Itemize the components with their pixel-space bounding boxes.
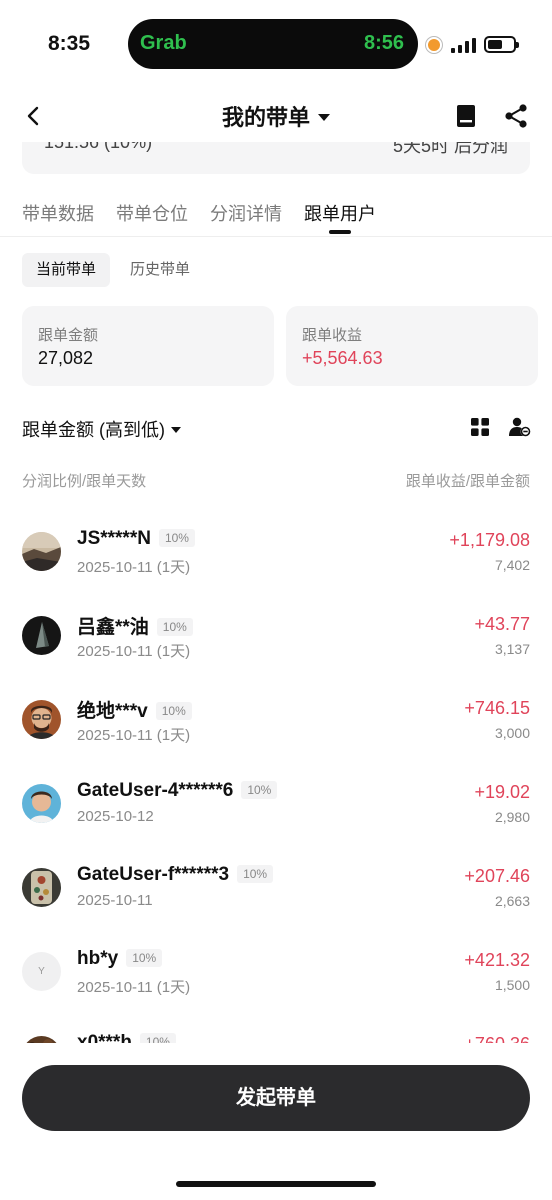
status-bar: 8:35 Grab 8:56 (0, 0, 552, 90)
status-time: 8:35 (48, 32, 91, 55)
follow-profit-label: 跟单收益 (302, 327, 363, 344)
list-item[interactable]: 绝地***v 10% 2025-10-11 (1天) +746.15 3,000 (0, 676, 552, 760)
sort-caret-icon (171, 427, 181, 433)
follow-date: 2025-10-11 (1天) (77, 727, 191, 744)
share-ratio-badge: 10% (155, 702, 192, 720)
avatar: Y (22, 952, 61, 991)
sort-label: 跟单金额 (高到低) (22, 420, 165, 440)
follower-profit: +19.02 (474, 782, 530, 802)
avatar (22, 700, 61, 739)
share-ratio-badge: 10% (126, 949, 163, 967)
follower-name: 吕鑫**油 (77, 617, 149, 638)
follower-name: hb*y (77, 948, 119, 969)
column-header-left: 分润比例/跟单天数 (22, 473, 147, 490)
follower-profit: +43.77 (474, 614, 530, 634)
avatar (22, 1036, 61, 1043)
follower-name: GateUser-4******6 (77, 780, 234, 801)
share-ratio-badge: 10% (139, 1033, 176, 1043)
follow-date: 2025-10-11 (1天) (77, 559, 191, 576)
follower-amount: 7,402 (494, 557, 530, 573)
battery-icon (484, 36, 519, 53)
follow-amount-label: 跟单金额 (38, 327, 99, 344)
tab-followers[interactable]: 跟单用户 (304, 200, 376, 234)
list-item[interactable]: JS*****N 10% 2025-10-11 (1天) +1,179.08 7,… (0, 508, 552, 592)
main-tabs: 带单数据 带单仓位 分润详情 跟单用户 (22, 200, 376, 234)
follower-amount: 1,500 (494, 977, 530, 993)
follower-amount: 3,000 (494, 725, 530, 741)
follower-profit: +746.15 (464, 698, 530, 718)
follower-name: 绝地***v (77, 701, 148, 722)
tab-profit-share-details[interactable]: 分润详情 (210, 200, 282, 234)
avatar (22, 784, 61, 823)
share-ratio-badge: 10% (241, 781, 278, 799)
avatar (22, 532, 61, 571)
follower-profit: +1,179.08 (449, 530, 530, 550)
list-item[interactable]: x0***h 10% +760.36 (0, 1012, 552, 1043)
list-item[interactable]: 吕鑫**油 10% 2025-10-11 (1天) +43.77 3,137 (0, 592, 552, 676)
list-item[interactable]: Y hb*y 10% 2025-10-11 (1天) +421.32 1,500 (0, 928, 552, 1012)
follow-date: 2025-10-12 (77, 808, 154, 825)
list-item[interactable]: GateUser-f******3 10% 2025-10-11 +207.46 … (0, 844, 552, 928)
nav-header: 我的带单 (0, 90, 552, 142)
sort-dropdown[interactable]: 跟单金额 (高到低) (22, 420, 181, 440)
home-indicator[interactable] (176, 1181, 376, 1187)
tab-lead-positions[interactable]: 带单仓位 (116, 200, 188, 234)
grid-view-icon[interactable] (471, 418, 489, 436)
avatar (22, 616, 61, 655)
subtab-history[interactable]: 历史带单 (116, 253, 204, 287)
follow-profit-card: 跟单收益 +5,564.63 (286, 306, 538, 386)
list-item[interactable]: GateUser-4******6 10% 2025-10-12 +19.02 2… (0, 760, 552, 844)
follower-amount: 2,980 (494, 809, 530, 825)
follow-profit-value: +5,564.63 (302, 348, 383, 368)
follow-date: 2025-10-11 (1天) (77, 643, 191, 660)
grab-logo: Grab (140, 32, 187, 54)
user-remove-icon[interactable] (509, 417, 531, 437)
start-lead-button[interactable]: 发起带单 (22, 1065, 530, 1131)
recording-dot-icon (426, 37, 442, 53)
follower-name: JS*****N (77, 528, 151, 549)
share-icon[interactable] (503, 103, 529, 129)
follower-amount: 3,137 (494, 641, 530, 657)
share-ratio-badge: 10% (237, 865, 274, 883)
sort-row: 跟单金额 (高到低) (22, 416, 531, 442)
follower-profit: +421.32 (464, 950, 530, 970)
follower-amount: 2,663 (494, 893, 530, 909)
follow-amount-card: 跟单金额 27,082 (22, 306, 274, 386)
tabs-divider (0, 236, 552, 237)
dynamic-island[interactable]: Grab 8:56 (128, 19, 418, 69)
follower-list: JS*****N 10% 2025-10-11 (1天) +1,179.08 7,… (0, 500, 552, 1043)
island-time: 8:56 (363, 32, 404, 54)
book-icon[interactable] (455, 104, 477, 128)
follower-name: GateUser-f******3 (77, 864, 230, 885)
follow-date: 2025-10-11 (1天) (77, 979, 191, 996)
follower-profit: +760.36 (464, 1034, 530, 1043)
follow-amount-value: 27,082 (38, 348, 94, 368)
share-ratio-badge: 10% (158, 529, 195, 547)
follower-name: x0***h (77, 1032, 132, 1043)
chevron-down-icon (318, 114, 330, 121)
sub-tabs: 当前带单 历史带单 (22, 253, 204, 287)
page-title: 我的带单 (221, 105, 310, 130)
signal-icon (451, 37, 477, 53)
avatar (22, 868, 61, 907)
share-ratio-badge: 10% (156, 618, 193, 636)
subtab-current[interactable]: 当前带单 (22, 253, 111, 287)
follow-date: 2025-10-11 (77, 892, 153, 909)
tab-lead-data[interactable]: 带单数据 (22, 200, 94, 234)
column-header-right: 跟单收益/跟单金额 (405, 473, 530, 490)
follower-profit: +207.46 (464, 866, 530, 886)
